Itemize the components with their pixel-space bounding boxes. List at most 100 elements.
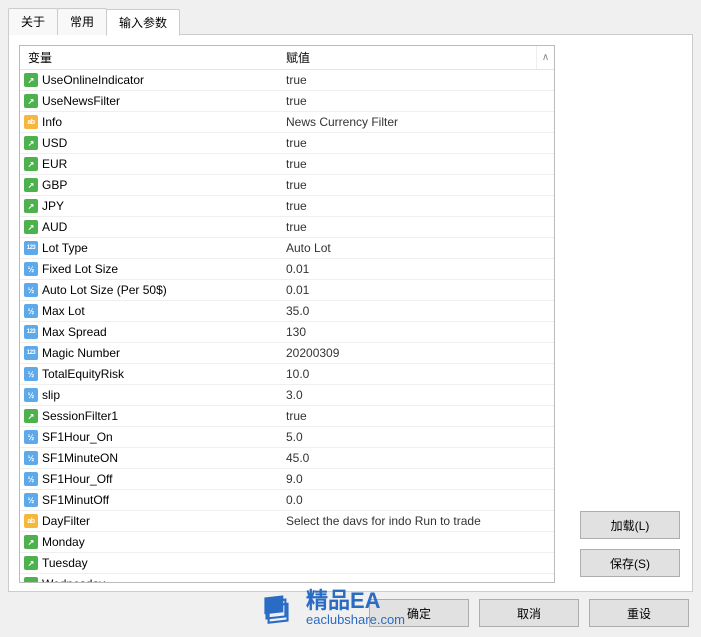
param-name: Tuesday — [42, 556, 88, 570]
table-row[interactable]: InfoNews Currency Filter — [20, 112, 554, 133]
dbl-type-icon — [24, 367, 38, 381]
table-row[interactable]: AUD true — [20, 217, 554, 238]
bool-type-icon — [24, 94, 38, 108]
table-row[interactable]: SF1Hour_On5.0 — [20, 427, 554, 448]
cell-variable: Info — [20, 115, 278, 129]
param-value[interactable]: true — [278, 157, 554, 171]
table-row[interactable]: Monday — [20, 532, 554, 553]
table-row[interactable]: Tuesday — [20, 553, 554, 574]
param-value[interactable]: Auto Lot — [278, 241, 554, 255]
column-variable[interactable]: 变量 — [20, 49, 278, 66]
save-button[interactable]: 保存(S) — [580, 549, 680, 577]
dbl-type-icon — [24, 304, 38, 318]
table-row[interactable]: DayFilter Select the davs for indo Run to… — [20, 511, 554, 532]
table-row[interactable]: SF1MinuteON 45.0 — [20, 448, 554, 469]
param-value[interactable]: true — [278, 178, 554, 192]
table-row[interactable]: Auto Lot Size (Per 50$)0.01 — [20, 280, 554, 301]
inputs-panel: 变量 赋值 ∧ UseOnlineIndicatortrueUseNewsFil… — [8, 34, 693, 592]
table-row[interactable]: USDtrue — [20, 133, 554, 154]
param-name: SF1MinutOff — [42, 493, 109, 507]
param-value[interactable]: 130 — [278, 325, 554, 339]
param-value[interactable]: 0.0 — [278, 493, 554, 507]
param-value[interactable]: 3.0 — [278, 388, 554, 402]
tab-about[interactable]: 关于 — [8, 8, 58, 35]
param-name: SF1MinuteON — [42, 451, 118, 465]
dbl-type-icon — [24, 493, 38, 507]
cell-variable: SF1MinutOff — [20, 493, 278, 507]
cell-variable: EUR — [20, 157, 278, 171]
param-name: Max Lot — [42, 304, 85, 318]
param-name: AUD — [42, 220, 67, 234]
param-value[interactable]: 5.0 — [278, 430, 554, 444]
tab-strip: 关于 常用 输入参数 — [8, 8, 693, 35]
param-name: UseNewsFilter — [42, 94, 120, 108]
param-value[interactable]: true — [278, 409, 554, 423]
table-row[interactable]: JPYtrue — [20, 196, 554, 217]
param-value[interactable]: 35.0 — [278, 304, 554, 318]
scroll-up-arrow[interactable]: ∧ — [536, 46, 554, 69]
param-value[interactable]: 9.0 — [278, 472, 554, 486]
tab-common[interactable]: 常用 — [57, 8, 107, 35]
cancel-button[interactable]: 取消 — [479, 599, 579, 627]
cell-variable: AUD — [20, 220, 278, 234]
table-row[interactable]: TotalEquityRisk10.0 — [20, 364, 554, 385]
param-value[interactable]: 0.01 — [278, 262, 554, 276]
cell-variable: slip — [20, 388, 278, 402]
cell-variable: TotalEquityRisk — [20, 367, 278, 381]
param-value[interactable]: true — [278, 199, 554, 213]
table-row[interactable]: SF1Hour_Off9.0 — [20, 469, 554, 490]
table-row[interactable]: Wednesday — [20, 574, 554, 583]
grid-body[interactable]: UseOnlineIndicatortrueUseNewsFiltertrueI… — [20, 70, 554, 583]
table-row[interactable]: SF1MinutOff 0.0 — [20, 490, 554, 511]
param-value[interactable]: 10.0 — [278, 367, 554, 381]
cell-variable: Auto Lot Size (Per 50$) — [20, 283, 278, 297]
int-type-icon — [24, 325, 38, 339]
str-type-icon — [24, 514, 38, 528]
bool-type-icon — [24, 220, 38, 234]
table-row[interactable]: Fixed Lot Size0.01 — [20, 259, 554, 280]
watermark-logo-icon — [256, 587, 298, 629]
table-row[interactable]: EURtrue — [20, 154, 554, 175]
int-type-icon — [24, 346, 38, 360]
load-button[interactable]: 加载(L) — [580, 511, 680, 539]
ok-button[interactable]: 确定 — [369, 599, 469, 627]
cell-variable: SF1Hour_Off — [20, 472, 278, 486]
param-name: UseOnlineIndicator — [42, 73, 144, 87]
bool-type-icon — [24, 556, 38, 570]
tab-inputs[interactable]: 输入参数 — [106, 9, 180, 36]
table-row[interactable]: GBPtrue — [20, 175, 554, 196]
table-row[interactable]: Magic Number20200309 — [20, 343, 554, 364]
grid-header: 变量 赋值 ∧ — [20, 46, 554, 70]
param-value[interactable]: 20200309 — [278, 346, 554, 360]
column-value[interactable]: 赋值 — [278, 49, 536, 66]
param-value[interactable]: 0.01 — [278, 283, 554, 297]
dbl-type-icon — [24, 451, 38, 465]
reset-button[interactable]: 重设 — [589, 599, 689, 627]
dbl-type-icon — [24, 472, 38, 486]
dbl-type-icon — [24, 388, 38, 402]
param-value[interactable]: Select the davs for indo Run to trade — [278, 514, 554, 528]
bool-type-icon — [24, 178, 38, 192]
param-name: Wednesday — [42, 577, 105, 583]
param-value[interactable]: true — [278, 136, 554, 150]
param-value[interactable]: true — [278, 73, 554, 87]
param-value[interactable]: true — [278, 94, 554, 108]
param-value[interactable]: 45.0 — [278, 451, 554, 465]
table-row[interactable]: Max Lot 35.0 — [20, 301, 554, 322]
table-row[interactable]: Max Spread130 — [20, 322, 554, 343]
int-type-icon — [24, 241, 38, 255]
table-row[interactable]: UseOnlineIndicator true — [20, 70, 554, 91]
table-row[interactable]: UseNewsFilter true — [20, 91, 554, 112]
cell-variable: UseOnlineIndicator — [20, 73, 278, 87]
table-row[interactable]: slip3.0 — [20, 385, 554, 406]
param-name: DayFilter — [42, 514, 90, 528]
table-row[interactable]: SessionFilter1true — [20, 406, 554, 427]
cell-variable: JPY — [20, 199, 278, 213]
cell-variable: GBP — [20, 178, 278, 192]
cell-variable: SF1Hour_On — [20, 430, 278, 444]
param-value[interactable]: true — [278, 220, 554, 234]
table-row[interactable]: Lot TypeAuto Lot — [20, 238, 554, 259]
dbl-type-icon — [24, 430, 38, 444]
param-name: Monday — [42, 535, 85, 549]
param-value[interactable]: News Currency Filter — [278, 115, 554, 129]
